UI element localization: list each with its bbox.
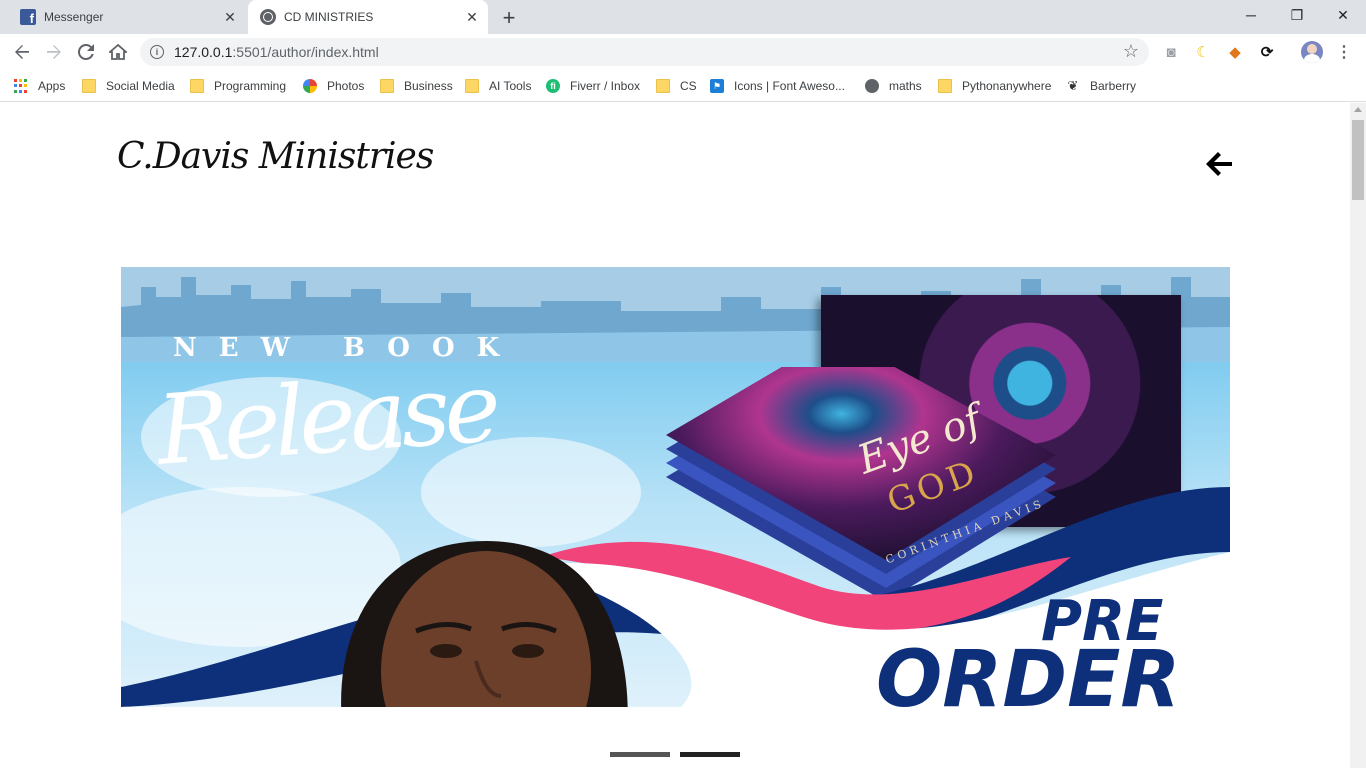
browser-toolbar: i 127.0.0.1:5501/author/index.html ☆ ◙ ☾… xyxy=(0,34,1366,70)
reload-button[interactable] xyxy=(72,38,100,66)
folder-icon xyxy=(465,79,479,93)
cta-order: ORDER xyxy=(876,635,1181,707)
bookmark-label: AI Tools xyxy=(489,79,532,93)
bookmark-barberry[interactable]: ❦ Barberry xyxy=(1066,76,1136,96)
bookmark-label: maths xyxy=(889,79,922,93)
folder-icon xyxy=(190,79,204,93)
forward-arrow-icon xyxy=(47,45,61,59)
bookmark-label: Social Media xyxy=(106,79,175,93)
forward-button[interactable] xyxy=(40,38,68,66)
page-viewport: C.Davis Ministries NEW BOOK Release Eye … xyxy=(0,103,1350,768)
site-info-icon[interactable]: i xyxy=(150,45,164,59)
bookmark-label: CS xyxy=(680,79,697,93)
bookmark-social-media[interactable]: Social Media xyxy=(82,76,175,96)
globe-icon xyxy=(865,79,879,93)
bookmark-label: Barberry xyxy=(1090,79,1137,93)
font-awesome-icon: ⚑ xyxy=(710,79,724,93)
bookmark-apps[interactable]: Apps xyxy=(14,76,65,96)
bookmark-programming[interactable]: Programming xyxy=(190,76,286,96)
bookmark-business[interactable]: Business xyxy=(380,76,453,96)
profile-avatar[interactable] xyxy=(1301,41,1323,63)
folder-icon xyxy=(82,79,96,93)
folder-icon xyxy=(938,79,952,93)
restore-button[interactable]: ❐ xyxy=(1274,0,1320,30)
bookmark-ai-tools[interactable]: AI Tools xyxy=(465,76,531,96)
carousel-indicator-2[interactable] xyxy=(680,752,740,757)
apps-grid-icon xyxy=(14,79,28,93)
menu-kebab-icon[interactable]: ⋮ xyxy=(1336,42,1352,62)
sync-extension-icon[interactable]: ⟳ xyxy=(1257,42,1277,62)
folder-icon xyxy=(380,79,394,93)
fiverr-icon: fi xyxy=(546,79,560,93)
bookmark-label: Fiverr / Inbox xyxy=(570,79,641,93)
bookmark-label: Icons | Font Aweso... xyxy=(734,79,845,93)
url-text: 127.0.0.1:5501/author/index.html xyxy=(174,44,379,60)
carousel-indicator-1[interactable] xyxy=(610,752,670,757)
page-scrollbar[interactable] xyxy=(1350,103,1366,768)
close-window-button[interactable]: ✕ xyxy=(1320,0,1366,30)
scroll-up-arrow-icon[interactable] xyxy=(1354,107,1362,112)
site-logo[interactable]: C.Davis Ministries xyxy=(117,136,434,177)
close-tab-icon[interactable]: ✕ xyxy=(462,7,482,27)
tab-title: Messenger xyxy=(44,10,104,24)
bookmark-star-icon[interactable]: ☆ xyxy=(1123,41,1139,62)
close-tab-icon[interactable]: ✕ xyxy=(220,7,240,27)
bookmark-fiverr-inbox[interactable]: fi Fiverr / Inbox xyxy=(546,76,640,96)
home-button[interactable] xyxy=(104,38,132,66)
bookmark-pythonanywhere[interactable]: Pythonanywhere xyxy=(938,76,1051,96)
bookmark-label: Business xyxy=(404,79,453,93)
url-path: :5501/author/index.html xyxy=(232,44,379,60)
camera-extension-icon[interactable]: ◙ xyxy=(1161,42,1181,62)
hero-banner-image: NEW BOOK Release Eye of GOD CORINTHIA DA… xyxy=(121,267,1230,707)
tab-messenger[interactable]: f Messenger ✕ xyxy=(8,0,246,34)
minimize-button[interactable]: ─ xyxy=(1228,0,1274,30)
scrollbar-thumb[interactable] xyxy=(1352,120,1364,200)
back-button[interactable] xyxy=(8,38,36,66)
bookmark-photos[interactable]: Photos xyxy=(303,76,364,96)
globe-icon xyxy=(260,9,276,25)
home-icon xyxy=(109,43,127,60)
bookmark-font-awesome[interactable]: ⚑ Icons | Font Aweso... xyxy=(710,76,845,96)
url-host: 127.0.0.1 xyxy=(174,44,233,60)
facebook-icon: f xyxy=(20,9,36,25)
tab-strip: f Messenger ✕ CD MINISTRIES ✕ + ─ ❐ ✕ xyxy=(0,0,1366,34)
back-arrow-icon[interactable] xyxy=(1203,148,1235,180)
bookmarks-bar: Apps Social Media Programming Photos Bus… xyxy=(0,70,1366,102)
bookmark-cs[interactable]: CS xyxy=(656,76,697,96)
metamask-extension-icon[interactable]: ◆ xyxy=(1225,42,1245,62)
bookmark-label: Apps xyxy=(38,79,66,93)
bookmark-label: Pythonanywhere xyxy=(962,79,1052,93)
address-bar[interactable]: i 127.0.0.1:5501/author/index.html ☆ xyxy=(140,38,1149,66)
tab-title: CD MINISTRIES xyxy=(284,10,374,24)
author-portrait xyxy=(341,541,628,707)
photos-icon xyxy=(303,79,317,93)
folder-icon xyxy=(656,79,670,93)
moon-extension-icon[interactable]: ☾ xyxy=(1193,42,1213,62)
bookmark-maths[interactable]: maths xyxy=(865,76,922,96)
bookmark-label: Photos xyxy=(327,79,365,93)
back-arrow-icon xyxy=(15,45,29,59)
bookmark-label: Programming xyxy=(214,79,287,93)
barberry-icon: ❦ xyxy=(1067,78,1079,93)
tab-cd-ministries[interactable]: CD MINISTRIES ✕ xyxy=(248,0,488,34)
reload-icon xyxy=(78,44,94,60)
new-tab-button[interactable]: + xyxy=(497,5,521,30)
